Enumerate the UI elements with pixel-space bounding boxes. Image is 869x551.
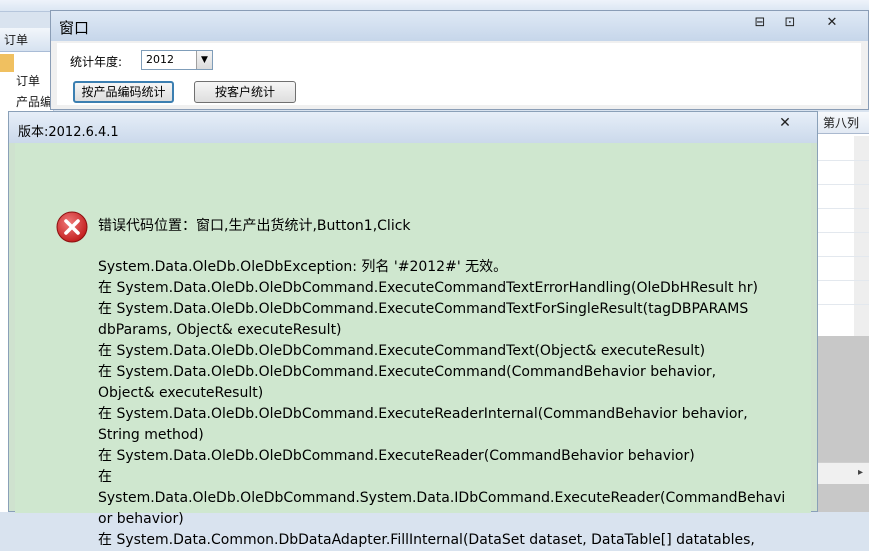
stack-trace-line: 在 System.Data.OleDb.OleDbCommand.Execute…: [98, 364, 717, 380]
maximize-icon[interactable]: ⊡: [780, 14, 800, 32]
window-titlebar[interactable]: 窗口 ⊟ ⊡ ✕: [51, 11, 868, 41]
horizontal-scrollbar[interactable]: ▸: [817, 462, 869, 484]
stack-trace-line: 在: [98, 469, 112, 485]
error-icon: [56, 211, 88, 243]
grid-row-area: [854, 136, 869, 336]
window-title: 窗口: [59, 19, 90, 37]
stack-trace-line: 在 System.Data.OleDb.OleDbCommand.Execute…: [98, 406, 748, 422]
stack-trace-line: or behavior): [98, 511, 184, 527]
dialog-titlebar[interactable]: 版本:2012.6.4.1 ✕: [9, 112, 817, 143]
year-dropdown[interactable]: 2012 ▼: [141, 50, 213, 70]
stack-trace-line: String method): [98, 427, 204, 443]
dialog-title: 版本:2012.6.4.1: [18, 125, 119, 140]
scroll-right-icon[interactable]: ▸: [858, 467, 863, 478]
minimize-icon[interactable]: ⊟: [750, 14, 770, 32]
background-left-header: 订单: [0, 28, 54, 52]
grid-line: [817, 304, 869, 305]
grid-line: [817, 280, 869, 281]
year-dropdown-value: 2012: [146, 53, 174, 66]
background-left-item[interactable]: 产品编: [16, 93, 52, 110]
close-icon[interactable]: ✕: [775, 113, 795, 133]
error-location-text: 错误代码位置：窗口,生产出货统计,Button1,Click: [98, 218, 411, 234]
statistics-window: 窗口 ⊟ ⊡ ✕ 统计年度: 2012 ▼ 按产品编码统计 按客户统计: [50, 10, 869, 110]
close-icon[interactable]: ✕: [822, 14, 842, 32]
grid-empty-area: [817, 336, 869, 512]
grid-line: [817, 232, 869, 233]
window-content: 统计年度: 2012 ▼ 按产品编码统计 按客户统计: [57, 43, 861, 105]
grid-line: [817, 256, 869, 257]
year-label: 统计年度:: [70, 55, 123, 69]
stack-trace-line: System.Data.OleDb.OleDbException: 列名 '#2…: [98, 259, 508, 275]
dialog-body: 错误代码位置：窗口,生产出货统计,Button1,Click System.Da…: [15, 143, 811, 548]
stack-trace-line: Object& executeResult): [98, 385, 264, 401]
grid-line: [817, 160, 869, 161]
error-dialog: 版本:2012.6.4.1 ✕ 错误代码位置：窗口,生产出货统计,Button1…: [8, 111, 818, 548]
stack-trace-line: 在 System.Data.OleDb.OleDbCommand.Execute…: [98, 343, 706, 359]
grid-column-header[interactable]: 第八列: [817, 112, 869, 134]
background-left-item[interactable]: 订单: [16, 72, 40, 89]
grid-line: [817, 208, 869, 209]
stack-trace-line: 在 System.Data.OleDb.OleDbCommand.Execute…: [98, 448, 695, 464]
stack-trace: System.Data.OleDb.OleDbException: 列名 '#2…: [98, 257, 786, 551]
stack-trace-line: dbParams, Object& executeResult): [98, 322, 342, 338]
background-selection-marker: [0, 54, 14, 72]
stack-trace-line: 在 System.Data.Common.DbDataAdapter.FillI…: [98, 532, 755, 548]
grid-line: [817, 184, 869, 185]
stat-by-customer-button[interactable]: 按客户统计: [194, 81, 296, 103]
chevron-down-icon[interactable]: ▼: [196, 51, 212, 69]
stack-trace-line: 在 System.Data.OleDb.OleDbCommand.Execute…: [98, 301, 749, 317]
stack-trace-line: 在 System.Data.OleDb.OleDbCommand.Execute…: [98, 280, 758, 296]
stat-by-product-button[interactable]: 按产品编码统计: [73, 81, 174, 103]
stack-trace-line: System.Data.OleDb.OleDbCommand.System.Da…: [98, 490, 786, 506]
